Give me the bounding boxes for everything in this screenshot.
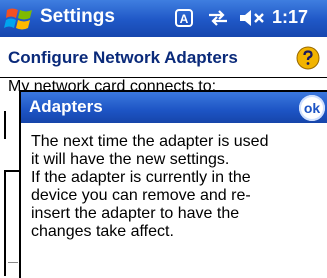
app-title: Settings: [40, 6, 115, 27]
connectivity-icon[interactable]: [207, 9, 229, 27]
background-list-edge: [4, 170, 6, 276]
volume-off-icon[interactable]: [238, 9, 268, 27]
dialog-header: Adapters ok: [21, 92, 327, 123]
start-menu-icon[interactable]: [4, 4, 36, 34]
message-line: changes take affect.: [31, 223, 174, 240]
dialog-message: The next time the adapter is used it wil…: [31, 133, 321, 241]
message-line: The next time the adapter is used: [31, 133, 269, 150]
message-line: it will have the new settings.: [31, 151, 230, 168]
clock: 1:17: [272, 7, 309, 27]
page-header: Configure Network Adapters: [0, 37, 327, 78]
svg-text:A: A: [180, 12, 189, 26]
background-list-top: [4, 170, 20, 172]
input-indicator-icon[interactable]: A: [175, 9, 193, 27]
message-line: If the adapter is currently in the: [31, 169, 251, 186]
message-line: device you can remove and re-: [31, 187, 251, 204]
help-icon[interactable]: [296, 46, 320, 70]
title-bar: Settings A 1:17: [0, 0, 327, 37]
message-line: insert the adapter to have the: [31, 205, 240, 222]
adapters-dialog: Adapters ok The next time the adapter is…: [19, 90, 327, 278]
dialog-title: Adapters: [29, 97, 103, 116]
background-dropdown-edge[interactable]: [4, 111, 6, 139]
ok-button[interactable]: ok: [299, 95, 325, 121]
page-title: Configure Network Adapters: [8, 48, 238, 67]
background-list-tick: [8, 262, 18, 263]
